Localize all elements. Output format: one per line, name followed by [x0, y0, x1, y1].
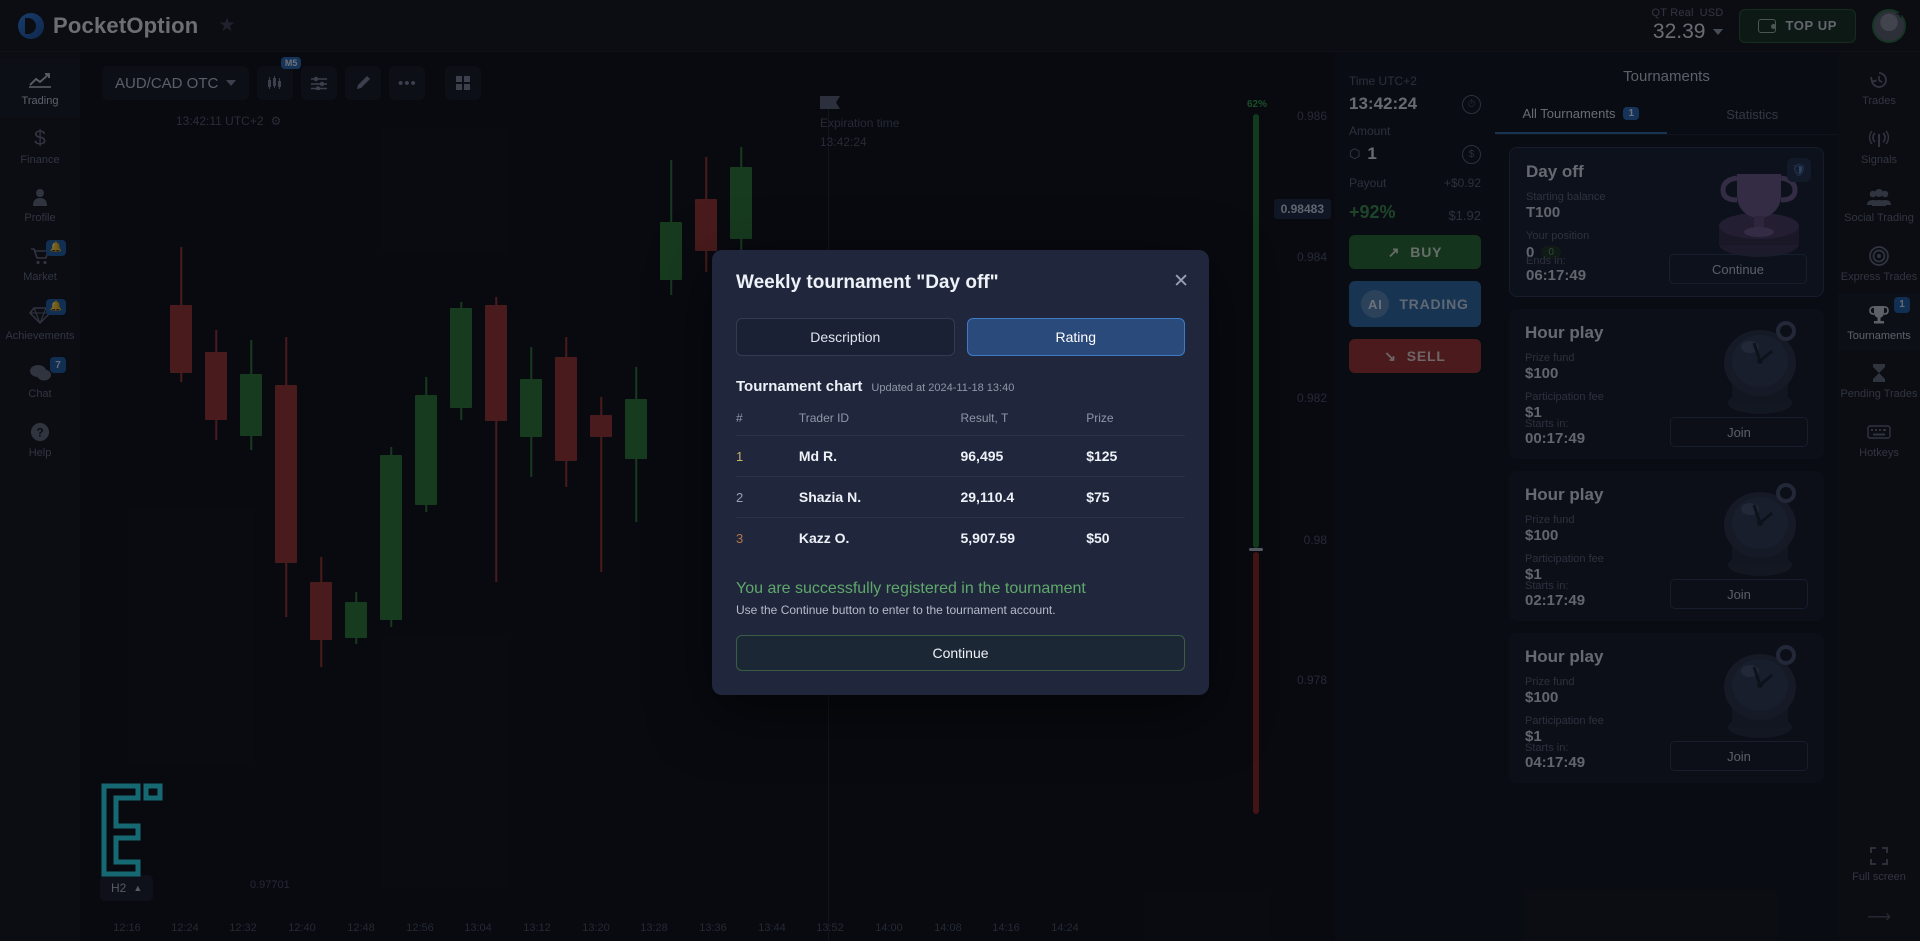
cell-result: 96,495 [960, 435, 1087, 477]
cell-trader: Kazz O. [798, 517, 961, 558]
tournament-chart-heading: Tournament chart Updated at 2024-11-18 1… [736, 378, 1185, 395]
cell-trader: Shazia N. [798, 476, 961, 518]
table-header-row: # Trader ID Result, T Prize [736, 405, 1185, 436]
rating-table: # Trader ID Result, T Prize 1 Md R. 96,4… [736, 405, 1185, 558]
cell-rank: 2 [736, 476, 799, 518]
tab-label: Rating [1055, 329, 1096, 345]
chart-updated-text: Updated at 2024-11-18 13:40 [871, 382, 1015, 394]
table-row: 1 Md R. 96,495 $125 [736, 435, 1185, 477]
cell-result: 29,110.4 [960, 476, 1087, 518]
tab-label: Description [810, 329, 881, 345]
cell-rank: 3 [736, 517, 799, 558]
column-header-rank: # [736, 411, 743, 425]
tab-description[interactable]: Description [736, 318, 955, 356]
chart-heading-text: Tournament chart [736, 378, 863, 395]
table-row: 2 Shazia N. 29,110.4 $75 [736, 476, 1185, 518]
modal-continue-button[interactable]: Continue [736, 635, 1185, 671]
cell-prize: $125 [1086, 435, 1185, 477]
column-header-prize: Prize [1086, 411, 1114, 425]
cell-trader: Md R. [798, 435, 961, 477]
column-header-result: Result, T [960, 411, 1009, 425]
cell-result: 5,907.59 [960, 517, 1087, 558]
tab-rating[interactable]: Rating [966, 318, 1185, 356]
tournament-modal: Weekly tournament "Day off" ✕ Descriptio… [712, 250, 1209, 695]
cell-rank: 1 [736, 435, 799, 477]
column-header-trader: Trader ID [798, 411, 850, 425]
close-icon[interactable]: ✕ [1173, 270, 1189, 293]
success-message: You are successfully registered in the t… [736, 580, 1086, 597]
table-row: 3 Kazz O. 5,907.59 $50 [736, 517, 1185, 558]
cell-prize: $50 [1086, 517, 1185, 558]
modal-tabs: Description Rating [736, 318, 1185, 356]
modal-title: Weekly tournament "Day off" [736, 272, 999, 293]
success-submessage: Use the Continue button to enter to the … [736, 603, 1056, 617]
cell-prize: $75 [1086, 476, 1185, 518]
